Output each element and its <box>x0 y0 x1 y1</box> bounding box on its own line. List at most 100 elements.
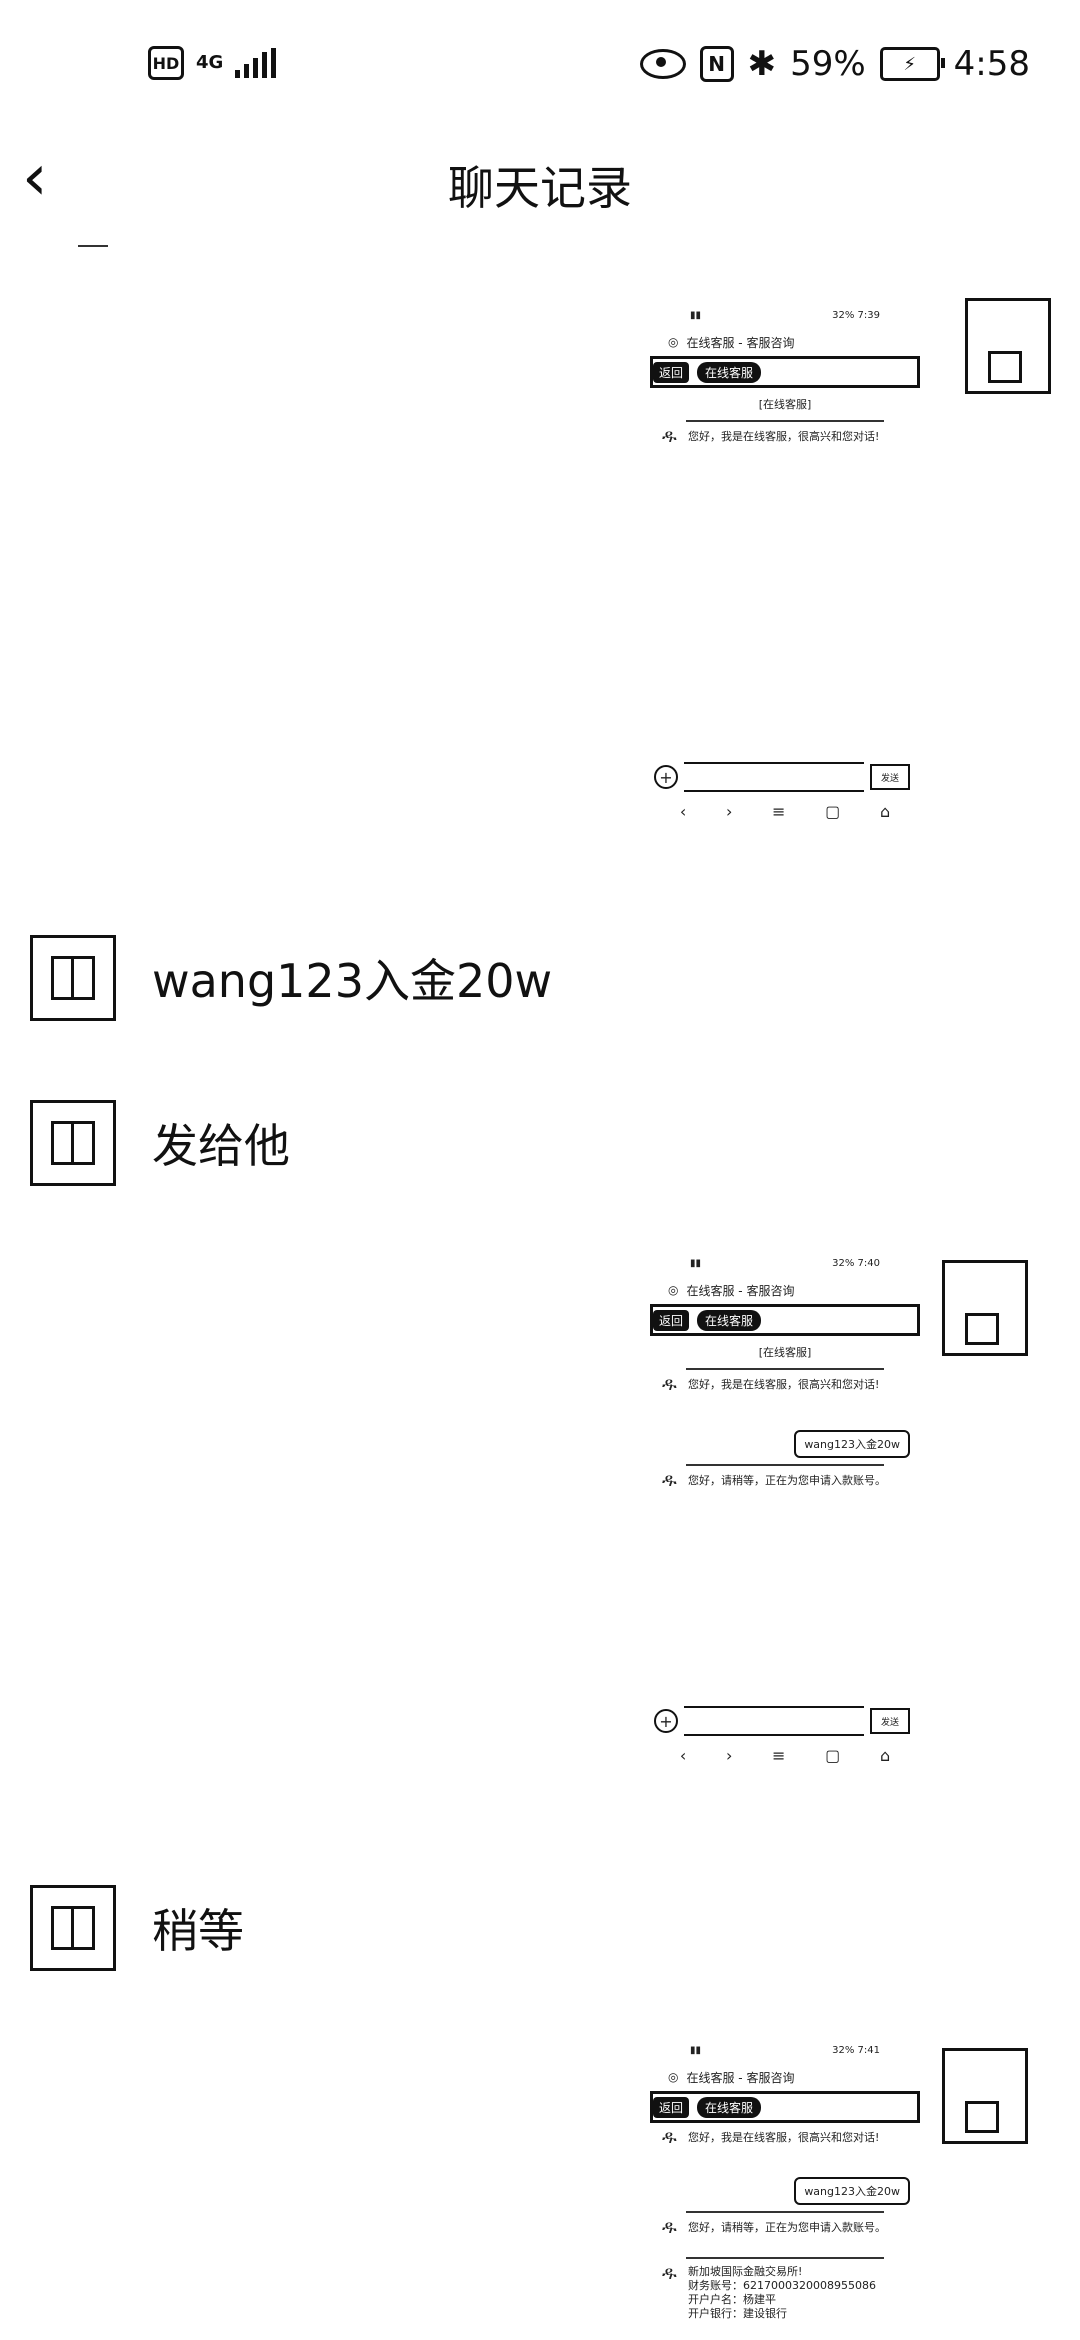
thumb-battery: 32% <box>832 310 855 321</box>
nav-back-icon: ‹ <box>679 1746 687 1765</box>
nav-forward-icon: › <box>725 1746 733 1765</box>
signal-icon <box>235 48 277 78</box>
nav-menu-icon: ≡ <box>772 1746 786 1765</box>
thumb-account-row: ዱ 新加坡国际金融交易所! 财务账号：6217000320008955086 开… <box>650 2265 920 2321</box>
thumb-message-text: 您好，请稍等，正在为您申请入款账号。 <box>688 1474 886 1487</box>
thumb-back-label: 返回 <box>653 2096 690 2118</box>
hd-badge: HD <box>148 46 184 80</box>
thumb-status-bar: ▮▮ 32% 7:41 <box>650 2045 920 2063</box>
thumb-message-row: ዱ 您好，请稍等，正在为您申请入款账号。 <box>650 1472 920 1496</box>
thumb-message-text: 您好，我是在线客服，很高兴和您对话! <box>688 430 880 443</box>
agent-icon: ዱ <box>662 1470 677 1491</box>
thumb-divider <box>686 420 884 422</box>
thumb-tab-bar: 返回 在线客服 <box>650 356 920 388</box>
agent-icon: ዱ <box>662 2217 677 2238</box>
received-message[interactable]: 稍等 <box>30 1885 244 1971</box>
clock: 4:58 <box>953 44 1030 84</box>
thumb-message-row: ዱ 您好，我是在线客服，很高兴和您对话! <box>650 1376 920 1400</box>
thumb-signal-icon: ▮▮ <box>690 310 702 321</box>
account-line: 开户银行：建设银行 <box>688 2307 787 2320</box>
battery-percent: 59% <box>790 44 866 84</box>
thumb-topbar-title: 在线客服 - 客服咨询 <box>686 2070 795 2085</box>
message-text: 发给他 <box>152 1119 290 1173</box>
message-text: wang123入金20w <box>152 954 553 1008</box>
thumb-input-bar: + 发送 <box>650 1706 920 1736</box>
thumb-tab-label: 在线客服 <box>697 1309 762 1331</box>
thumb-input <box>684 1706 864 1736</box>
received-message[interactable]: 发给他 <box>30 1100 290 1186</box>
my-avatar[interactable] <box>942 1260 1028 1356</box>
nav-tabs-icon: ▢ <box>825 1746 841 1765</box>
image-message[interactable]: ▮▮ 32% 7:41 ◎ 在线客服 - 客服咨询 返回 在线客服 ዱ 您好，我… <box>650 2045 920 2321</box>
thumb-topbar-title: 在线客服 - 客服咨询 <box>686 335 795 350</box>
contact-avatar[interactable] <box>30 935 116 1021</box>
image-message[interactable]: ▮▮ 32% 7:40 ◎ 在线客服 - 客服咨询 返回 在线客服 [在线客服]… <box>650 1258 920 1765</box>
agent-icon: ዱ <box>662 2263 677 2284</box>
nfc-icon: N <box>699 46 734 82</box>
thumb-input <box>684 762 864 792</box>
thumb-time: 7:39 <box>857 310 880 321</box>
agent-icon: ዱ <box>662 1374 677 1395</box>
thumb-tab-bar: 返回 在线客服 <box>650 2091 920 2123</box>
thumb-topbar: ◎ 在线客服 - 客服咨询 <box>650 1276 920 1304</box>
thumb-signal-icon: ▮▮ <box>690 1258 702 1269</box>
nav-menu-icon: ≡ <box>772 802 786 821</box>
status-right: N ✱ 59% ⚡ 4:58 <box>639 44 1030 84</box>
status-bar: HD 4G N ✱ 59% ⚡ 4:58 <box>0 0 1080 130</box>
bluetooth-icon: ✱ <box>747 44 777 84</box>
thumb-topbar: ◎ 在线客服 - 客服咨询 <box>650 2063 920 2091</box>
thumb-message-row: ዱ 您好，我是在线客服，很高兴和您对话! <box>650 2129 920 2153</box>
contact-avatar[interactable] <box>30 1885 116 1971</box>
plus-icon: + <box>654 1709 678 1733</box>
eye-comfort-icon <box>639 49 686 79</box>
nav-back-icon: ‹ <box>679 802 687 821</box>
battery-charging-icon: ⚡ <box>879 47 945 81</box>
thumb-user-bubble: wang123入金20w <box>794 2177 910 2205</box>
thumb-back-label: 返回 <box>653 361 690 383</box>
thumb-tab-bar: 返回 在线客服 <box>650 1304 920 1336</box>
account-line: 财务账号：6217000320008955086 <box>688 2279 876 2292</box>
thumb-globe-icon: ◎ <box>668 335 679 349</box>
thumb-send: 发送 <box>870 1708 910 1734</box>
divider <box>78 245 108 247</box>
thumb-tab-label: 在线客服 <box>697 361 762 383</box>
thumb-divider <box>686 1368 884 1370</box>
thumb-sub-label: [在线客服] <box>758 1346 812 1359</box>
contact-avatar[interactable] <box>30 1100 116 1186</box>
thumb-battery: 32% <box>832 1258 855 1269</box>
nav-tabs-icon: ▢ <box>825 802 841 821</box>
network-type: 4G <box>196 52 224 73</box>
thumb-divider <box>686 2211 884 2213</box>
thumb-topbar: ◎ 在线客服 - 客服咨询 <box>650 328 920 356</box>
top-app-bar: ‹ 聊天记录 <box>0 130 1080 230</box>
thumb-time: 7:41 <box>857 2045 880 2056</box>
page-title: 聊天记录 <box>448 161 632 215</box>
thumb-divider <box>686 1464 884 1466</box>
thumb-status-bar: ▮▮ 32% 7:39 <box>650 310 920 328</box>
thumb-globe-icon: ◎ <box>668 2070 679 2084</box>
thumb-message-row: ዱ 您好，请稍等，正在为您申请入款账号。 <box>650 2219 920 2243</box>
my-avatar[interactable] <box>965 298 1051 394</box>
agent-icon: ዱ <box>662 2127 677 2148</box>
thumb-nav-bar: ‹ › ≡ ▢ ⌂ <box>650 1746 920 1765</box>
image-message[interactable]: ▮▮ 32% 7:39 ◎ 在线客服 - 客服咨询 返回 在线客服 [在线客服]… <box>650 310 920 821</box>
thumb-time: 7:40 <box>857 1258 880 1269</box>
thumb-sub-label: [在线客服] <box>758 398 812 411</box>
thumb-tab-label: 在线客服 <box>697 2096 762 2118</box>
account-line: 新加坡国际金融交易所! <box>688 2265 803 2278</box>
thumb-back-label: 返回 <box>653 1309 690 1331</box>
thumb-message-text: 您好，我是在线客服，很高兴和您对话! <box>688 2131 880 2144</box>
nav-home-icon: ⌂ <box>879 1746 891 1765</box>
status-left: HD 4G <box>148 46 277 80</box>
message-text: 稍等 <box>152 1904 244 1958</box>
nav-forward-icon: › <box>725 802 733 821</box>
thumb-message-row: ዱ 您好，我是在线客服，很高兴和您对话! <box>650 428 920 452</box>
thumb-send: 发送 <box>870 764 910 790</box>
thumb-input-bar: + 发送 <box>650 762 920 792</box>
received-message[interactable]: wang123入金20w <box>30 935 552 1021</box>
thumb-nav-bar: ‹ › ≡ ▢ ⌂ <box>650 802 920 821</box>
account-line: 开户户名：杨建平 <box>688 2293 776 2306</box>
my-avatar[interactable] <box>942 2048 1028 2144</box>
thumb-message-text: 您好，请稍等，正在为您申请入款账号。 <box>688 2221 886 2234</box>
agent-icon: ዱ <box>662 426 677 447</box>
